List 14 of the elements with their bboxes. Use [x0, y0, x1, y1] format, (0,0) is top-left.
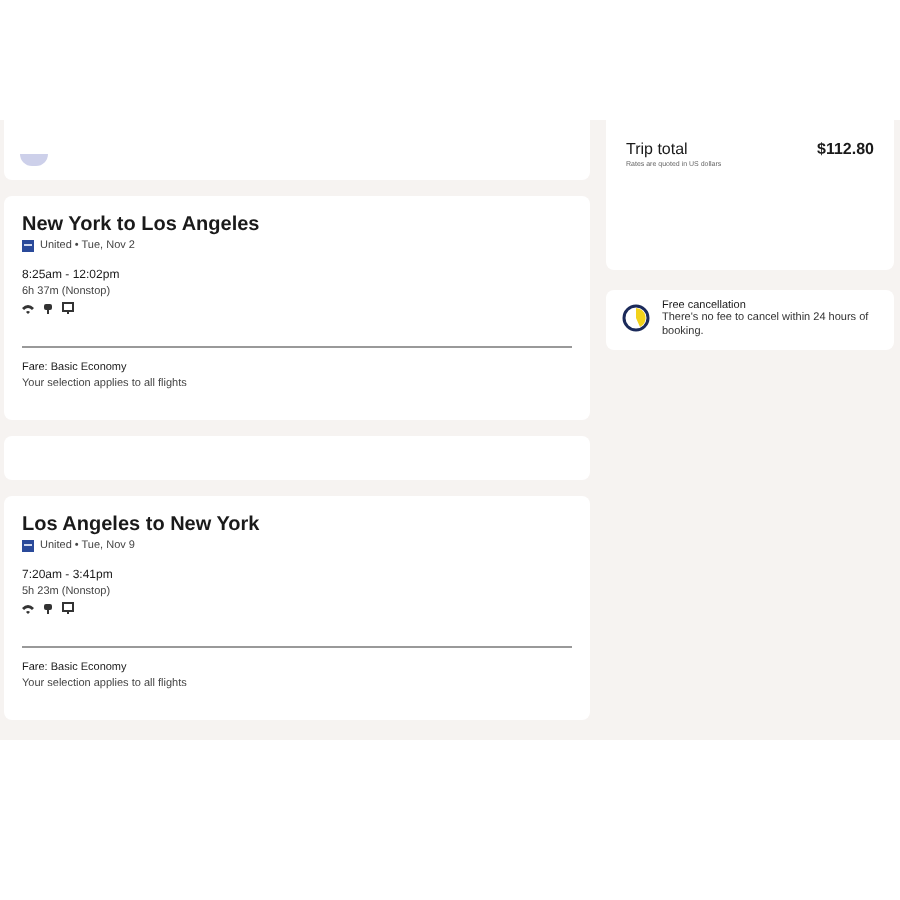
- flight-title: New York to Los Angeles: [22, 214, 262, 236]
- flight-title: Los Angeles to New York: [22, 514, 262, 536]
- screen-icon: [62, 602, 74, 614]
- avatar-icon: [20, 154, 48, 166]
- total-label: Trip total: [626, 140, 688, 158]
- wifi-icon: [22, 303, 34, 313]
- screen-icon: [62, 302, 74, 314]
- total-amount: $112.80: [817, 140, 874, 158]
- wifi-icon: [22, 603, 34, 613]
- power-icon: [44, 602, 52, 614]
- airline-logo-icon: [22, 240, 34, 252]
- clock-icon: [622, 304, 650, 332]
- power-icon: [44, 302, 52, 314]
- airline-logo-icon: [22, 540, 34, 552]
